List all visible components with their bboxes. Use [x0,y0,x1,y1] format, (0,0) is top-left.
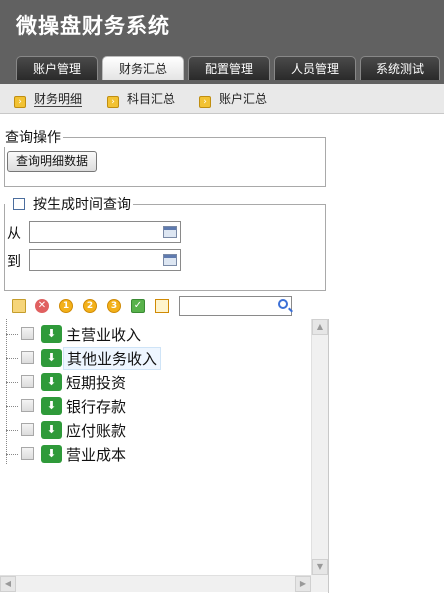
app-title: 微操盘财务系统 [16,14,170,38]
tree-vertical-scrollbar[interactable]: ▲ ▼ [311,319,328,575]
arrow-right-icon: › [14,96,26,108]
tree-node-checkbox[interactable] [21,327,34,340]
scroll-up-icon[interactable]: ▲ [312,319,328,335]
tree-search-input[interactable] [179,296,292,316]
tab-system-test[interactable]: 系统测试 [360,56,440,80]
download-arrow-icon: ⬇ [41,349,62,367]
subnav-label: 科目汇总 [127,92,176,106]
calendar-icon[interactable] [163,226,177,238]
app-header: 微操盘财务系统 账户管理 财务汇总 配置管理 人员管理 系统测试 [0,0,444,84]
tree-toolbar: ✕ 1 2 3 ✓ [10,296,300,318]
tab-finance-summary[interactable]: 财务汇总 [102,56,184,80]
arrow-right-icon: › [199,96,211,108]
tree-node-label[interactable]: 其他业务收入 [63,347,162,370]
time-query-label: 按生成时间查询 [33,197,131,213]
subject-tree: ⬇ 主营业收入 ⬇ 其他业务收入 ⬇ 短期投资 ⬇ 银行存款 ⬇ 应付账款 ⬇ … [0,319,329,593]
tree-node[interactable]: ⬇ 主营业收入 [0,323,300,345]
tree-node[interactable]: ⬇ 应付账款 [0,419,300,441]
tree-node[interactable]: ⬇ 其他业务收入 [0,347,300,370]
tab-account-management[interactable]: 账户管理 [16,56,98,80]
from-label: 从 [7,226,21,242]
note-icon[interactable] [155,299,169,313]
tree-node-label[interactable]: 短期投资 [66,372,126,393]
from-date-input[interactable] [29,221,181,243]
query-detail-button[interactable]: 查询明细数据 [7,151,98,172]
tree-node-checkbox[interactable] [21,351,34,364]
subnav-label: 财务明细 [34,92,83,107]
query-operations-group: 查询操作 查询明细数据 [4,127,326,187]
tree-node[interactable]: ⬇ 营业成本 [0,443,300,465]
add-folder-icon[interactable] [12,299,26,313]
query-operations-legend: 查询操作 [5,130,61,146]
tree-node[interactable]: ⬇ 银行存款 [0,395,300,417]
scroll-left-icon[interactable]: ◀ [0,576,16,592]
time-query-group: 按生成时间查询 从 到 [4,194,326,291]
tree-node-label[interactable]: 营业成本 [66,444,126,465]
tab-config-management[interactable]: 配置管理 [188,56,270,80]
subnav-account-summary[interactable]: › 账户汇总 [199,90,267,108]
level-3-icon[interactable]: 3 [107,299,121,313]
download-arrow-icon: ⬇ [41,325,62,343]
tree-node-label[interactable]: 银行存款 [66,396,126,417]
tree-node-checkbox[interactable] [21,375,34,388]
main-tabs: 账户管理 财务汇总 配置管理 人员管理 系统测试 [0,54,444,84]
tree-node-checkbox[interactable] [21,423,34,436]
sub-navigation: › 财务明细 › 科目汇总 › 账户汇总 [0,84,444,114]
subnav-label: 账户汇总 [219,92,268,106]
tree-horizontal-scrollbar[interactable]: ◀ ▶ [0,575,311,592]
tree-node[interactable]: ⬇ 短期投资 [0,371,300,393]
to-label: 到 [7,254,21,270]
tree-node-label[interactable]: 应付账款 [66,420,126,441]
subnav-subject-summary[interactable]: › 科目汇总 [107,90,175,108]
time-query-legend: 按生成时间查询 [5,194,133,214]
download-arrow-icon: ⬇ [41,373,62,391]
calendar-icon[interactable] [163,254,177,266]
main-content: 查询操作 查询明细数据 按生成时间查询 从 到 ✕ 1 2 3 ✓ ⬇ 主营业收… [0,114,444,593]
delete-icon[interactable]: ✕ [35,299,49,313]
tree-node-checkbox[interactable] [21,447,34,460]
time-query-checkbox[interactable] [13,198,25,210]
level-2-icon[interactable]: 2 [83,299,97,313]
to-date-input[interactable] [29,249,181,271]
scroll-corner [311,575,328,592]
check-all-icon[interactable]: ✓ [131,299,145,313]
level-1-icon[interactable]: 1 [59,299,73,313]
scroll-right-icon[interactable]: ▶ [295,576,311,592]
tree-node-label[interactable]: 主营业收入 [66,324,141,345]
download-arrow-icon: ⬇ [41,397,62,415]
search-icon[interactable] [278,299,288,309]
tab-staff-management[interactable]: 人员管理 [274,56,356,80]
arrow-right-icon: › [107,96,119,108]
tree-node-checkbox[interactable] [21,399,34,412]
scroll-down-icon[interactable]: ▼ [312,559,328,575]
download-arrow-icon: ⬇ [41,445,62,463]
download-arrow-icon: ⬇ [41,421,62,439]
subnav-finance-detail[interactable]: › 财务明细 [14,90,83,108]
